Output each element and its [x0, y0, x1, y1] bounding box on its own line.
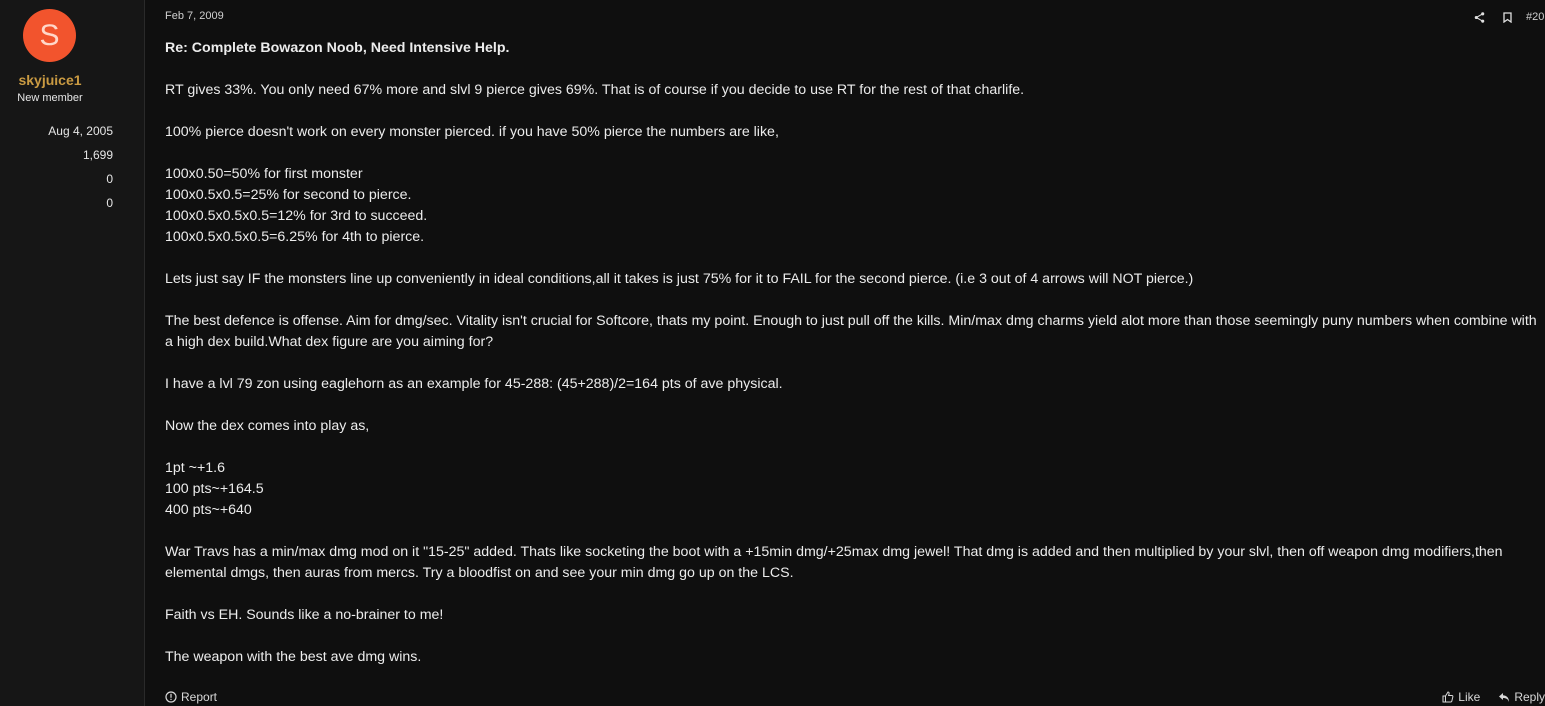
- post-text-line: The best defence is offense. Aim for dmg…: [165, 313, 1537, 350]
- post-text-line: War Travs has a min/max dmg mod on it "1…: [165, 544, 1503, 581]
- post-text-line: 100x0.5x0.5=25% for second to pierce.: [165, 187, 412, 203]
- bookmark-icon[interactable]: [1503, 11, 1512, 23]
- post-text-line: RT gives 33%. You only need 67% more and…: [165, 82, 1025, 98]
- post-text-line: 1pt ~+1.6: [165, 460, 225, 476]
- post-text-line: 100x0.50=50% for first monster: [165, 166, 363, 182]
- post-text-line: 100x0.5x0.5x0.5=6.25% for 4th to pierce.: [165, 229, 425, 245]
- post-text-line: 100x0.5x0.5x0.5=12% for 3rd to succeed.: [165, 208, 428, 224]
- post-tools: #20: [1474, 10, 1545, 24]
- post-footer: Report Like Reply: [165, 690, 1545, 706]
- post-paragraph: I have a lvl 79 zon using eaglehorn as a…: [165, 374, 1540, 395]
- post-paragraph: 1pt ~+1.6 100 pts~+164.5 400 pts~+640: [165, 458, 1540, 521]
- post-body: Re: Complete Bowazon Noob, Need Intensiv…: [165, 38, 1540, 689]
- report-icon: [165, 691, 177, 703]
- post-number-link[interactable]: #20: [1526, 11, 1545, 23]
- avatar[interactable]: S: [23, 9, 76, 62]
- post-text-line: 100% pierce doesn't work on every monste…: [165, 124, 779, 140]
- post-paragraph: The weapon with the best ave dmg wins.: [165, 647, 1540, 668]
- username-link[interactable]: skyjuice1: [0, 72, 100, 88]
- post-paragraph: 100% pierce doesn't work on every monste…: [165, 122, 1540, 143]
- reply-label: Reply: [1514, 690, 1545, 704]
- joined-date: Aug 4, 2005: [48, 124, 113, 138]
- like-button[interactable]: Like: [1442, 690, 1480, 704]
- thumbs-up-icon: [1442, 691, 1454, 703]
- reaction-score: 0: [106, 172, 113, 186]
- post-paragraph: Lets just say IF the monsters line up co…: [165, 269, 1540, 290]
- message-count: 1,699: [82, 148, 113, 162]
- post-title: Re: Complete Bowazon Noob, Need Intensiv…: [165, 40, 510, 56]
- report-label: Report: [181, 690, 218, 704]
- post-text-line: Faith vs EH. Sounds like a no-brainer to…: [165, 607, 444, 623]
- post-text-line: Lets just say IF the monsters line up co…: [165, 271, 1194, 287]
- post-text-line: 100 pts~+164.5: [165, 481, 264, 497]
- reply-icon: [1499, 692, 1510, 702]
- post-paragraph: The best defence is offense. Aim for dmg…: [165, 311, 1540, 353]
- post-text-line: 400 pts~+640: [165, 502, 252, 518]
- report-button[interactable]: Report: [165, 690, 217, 704]
- post-paragraph: Now the dex comes into play as,: [165, 416, 1540, 437]
- points: 0: [106, 196, 113, 210]
- post-text-line: Now the dex comes into play as,: [165, 418, 370, 434]
- post-paragraph: RT gives 33%. You only need 67% more and…: [165, 80, 1540, 101]
- like-label: Like: [1458, 690, 1481, 704]
- post-text-line: I have a lvl 79 zon using eaglehorn as a…: [165, 376, 783, 392]
- post-paragraph: War Travs has a min/max dmg mod on it "1…: [165, 542, 1540, 584]
- reply-button[interactable]: Reply: [1498, 690, 1545, 704]
- user-title: New member: [17, 92, 83, 104]
- post-paragraph: Faith vs EH. Sounds like a no-brainer to…: [165, 605, 1540, 626]
- post-content: RT gives 33%. You only need 67% more and…: [165, 80, 1540, 668]
- user-sidebar: S skyjuice1 New member Aug 4, 2005 1,699…: [0, 0, 145, 706]
- post-date[interactable]: Feb 7, 2009: [165, 10, 224, 22]
- post-text-line: The weapon with the best ave dmg wins.: [165, 649, 422, 665]
- post-paragraph: 100x0.50=50% for first monster 100x0.5x0.…: [165, 164, 1540, 248]
- share-icon[interactable]: [1474, 11, 1485, 23]
